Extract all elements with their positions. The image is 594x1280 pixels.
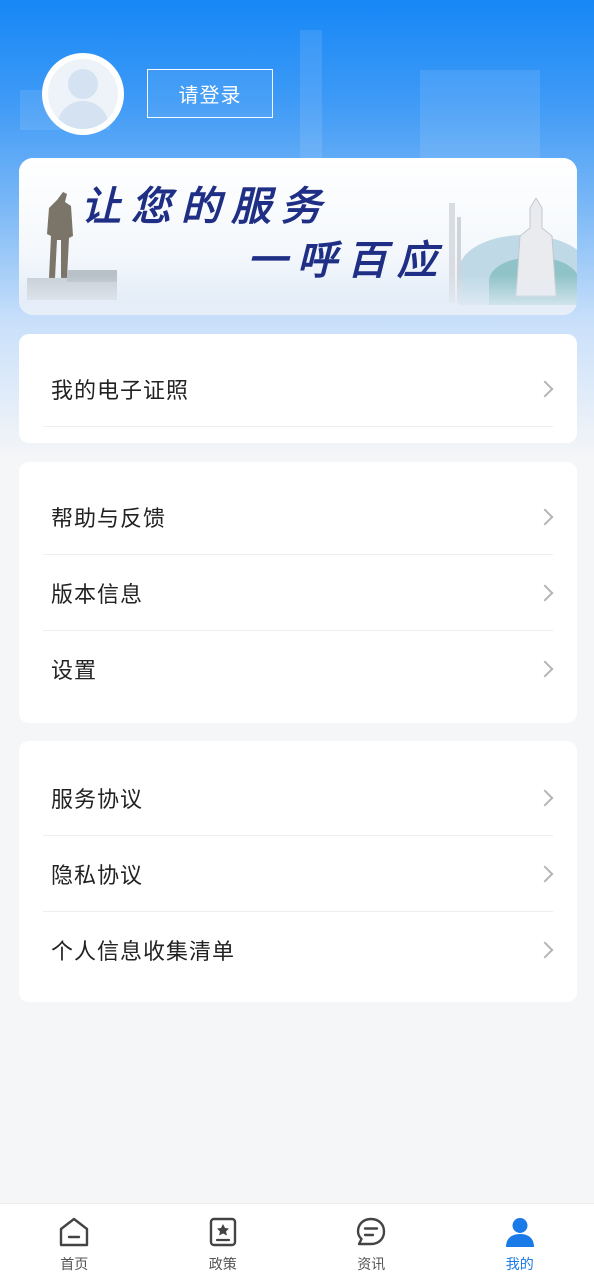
chevron-right-icon	[536, 941, 554, 959]
default-user-icon	[48, 59, 118, 129]
banner-slogan-line1: 让您的服务	[81, 183, 331, 230]
menu-item-help-feedback[interactable]: 帮助与反馈	[43, 479, 554, 555]
tab-news[interactable]: 资讯	[297, 1204, 446, 1280]
chevron-right-icon	[536, 380, 554, 397]
menu-item-label: 我的电子证照	[51, 378, 190, 404]
menu-item-privacy-agreement[interactable]: 隐私协议	[43, 836, 554, 912]
chevron-right-icon	[536, 789, 554, 806]
tab-policy[interactable]: 政策	[149, 1204, 298, 1280]
avatar[interactable]	[42, 53, 124, 135]
promo-banner[interactable]: 让您的服务 一呼百应	[19, 158, 577, 315]
menu-item-settings[interactable]: 设置	[43, 631, 554, 707]
policy-icon	[209, 1217, 236, 1247]
menu-card-agreements: 服务协议 隐私协议 个人信息收集清单	[19, 741, 577, 1002]
bottom-tab-bar: 首页 政策 资讯 我的	[0, 1203, 594, 1280]
menu-item-label: 帮助与反馈	[51, 506, 167, 532]
tab-mine[interactable]: 我的	[446, 1204, 594, 1280]
menu-item-label: 版本信息	[51, 582, 144, 608]
menu-item-personal-info-list[interactable]: 个人信息收集清单	[43, 912, 554, 988]
chevron-right-icon	[536, 660, 554, 678]
chevron-right-icon	[536, 584, 554, 601]
profile-page: 请登录 让您的服务 一呼百应 我的电子证照 帮助与反馈 版本信息 设置 服务协议…	[0, 0, 594, 1280]
banner-slogan-line2: 一呼百应	[247, 237, 447, 284]
menu-item-e-certificates[interactable]: 我的电子证照	[43, 351, 554, 427]
tab-home[interactable]: 首页	[0, 1204, 149, 1280]
menu-item-label: 服务协议	[51, 787, 144, 813]
news-icon	[357, 1217, 386, 1246]
menu-item-label: 个人信息收集清单	[51, 940, 236, 965]
menu-item-label: 隐私协议	[51, 863, 144, 889]
menu-item-label: 设置	[51, 659, 98, 684]
profile-icon	[505, 1218, 534, 1247]
menu-card-support: 帮助与反馈 版本信息 设置	[19, 462, 577, 723]
tab-label: 政策	[208, 1257, 237, 1273]
menu-item-service-agreement[interactable]: 服务协议	[43, 760, 554, 836]
tab-label: 我的	[505, 1257, 534, 1273]
menu-card-certificates: 我的电子证照	[19, 334, 577, 443]
home-icon	[60, 1217, 89, 1247]
chevron-right-icon	[536, 508, 554, 525]
tab-label: 资讯	[357, 1257, 386, 1273]
menu-item-version-info[interactable]: 版本信息	[43, 555, 554, 631]
chevron-right-icon	[536, 865, 554, 882]
tab-label: 首页	[60, 1257, 89, 1273]
login-button[interactable]: 请登录	[147, 69, 273, 118]
